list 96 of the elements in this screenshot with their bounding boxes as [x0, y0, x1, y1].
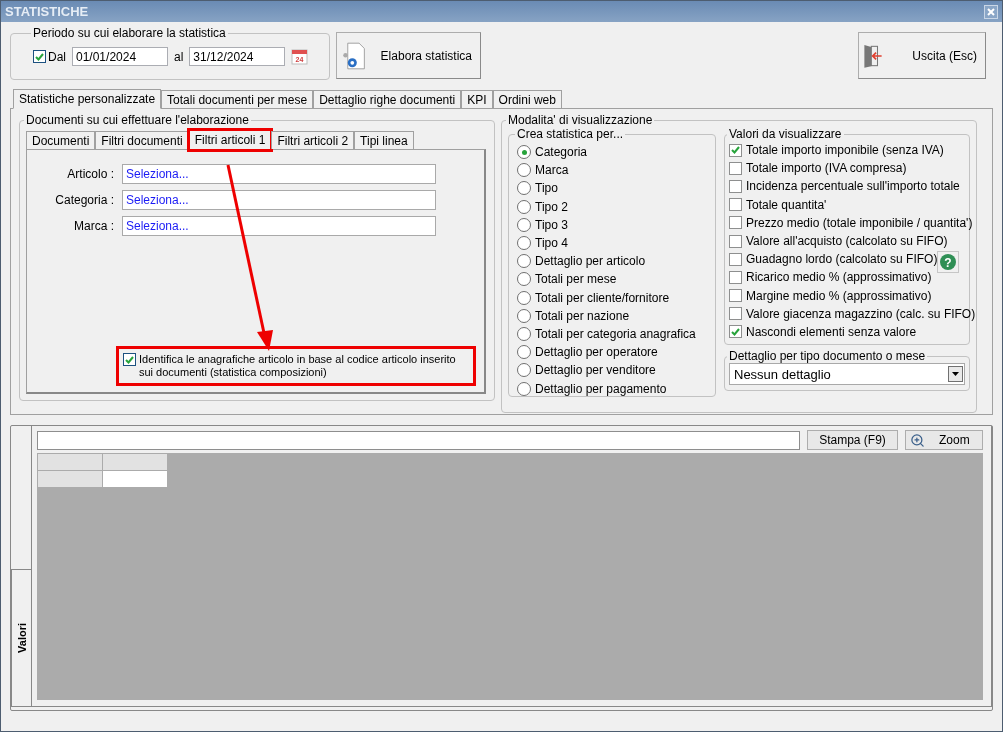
radio-button[interactable]	[517, 236, 531, 251]
radio-label: Dettaglio per operatore	[535, 345, 658, 360]
radio-label: Totali per nazione	[535, 308, 630, 323]
tab[interactable]: Totali documenti per mese	[161, 90, 314, 108]
process-button[interactable]: Elabora statistica	[336, 32, 481, 79]
tab[interactable]: Filtri documenti	[95, 131, 189, 149]
radio-button[interactable]	[517, 163, 531, 178]
picker-field[interactable]: Seleziona...	[122, 164, 436, 184]
radio-button[interactable]	[517, 381, 531, 396]
checkbox[interactable]	[729, 143, 742, 157]
radio-button[interactable]	[517, 326, 531, 341]
group-title: Crea statistica per...	[516, 128, 625, 141]
date-field[interactable]: 31/12/2024	[189, 47, 286, 66]
checkbox[interactable]	[729, 234, 742, 248]
checkbox-label: Margine medio % (approssimativo)	[746, 288, 932, 303]
side-tab[interactable]: Valori	[11, 569, 31, 707]
group-title: Valori da visualizzare	[728, 127, 843, 141]
checkbox-label: Dal	[48, 49, 66, 64]
picker-field[interactable]: Seleziona...	[122, 190, 436, 210]
checkbox[interactable]	[729, 179, 742, 193]
checkbox[interactable]	[729, 307, 742, 321]
radio-button[interactable]	[517, 272, 531, 287]
tab[interactable]: Dettaglio righe documenti	[313, 90, 462, 108]
dropdown[interactable]: Nessun dettaglio	[729, 363, 965, 385]
radio-label: Categoria	[535, 145, 588, 160]
checkbox-label: Prezzo medio (totale imponibile / quantita')	[746, 215, 973, 230]
close-button[interactable]	[984, 4, 998, 19]
checkbox[interactable]	[729, 216, 742, 230]
tab[interactable]: Filtri articoli 1	[188, 130, 272, 150]
checkbox-label: Valore all'acquisto (calcolato su FIFO)	[746, 234, 948, 249]
checkbox-label: Totale importo imponibile (senza IVA)	[746, 143, 944, 158]
tab[interactable]: Filtri articoli 2	[271, 131, 355, 149]
field-label: Articolo :	[66, 167, 114, 181]
radio-label: Totali per mese	[535, 272, 617, 287]
picker-field[interactable]: Seleziona...	[122, 216, 436, 236]
radio-label: Dettaglio per articolo	[535, 254, 646, 269]
radio-button[interactable]	[517, 217, 531, 232]
table-cell	[103, 454, 167, 470]
field-label: Categoria :	[54, 193, 114, 207]
checkbox-label: Totale quantita'	[746, 197, 827, 212]
group-title: Modalita' di visualizzazione	[507, 113, 654, 127]
radio-button[interactable]	[517, 181, 531, 196]
radio-button[interactable]	[517, 363, 531, 378]
tab[interactable]: Statistiche personalizzate	[13, 89, 162, 109]
caret-icon	[952, 372, 959, 376]
checkbox[interactable]	[729, 289, 742, 303]
checkbox[interactable]	[729, 325, 742, 339]
radio-label: Dettaglio per pagamento	[535, 381, 667, 396]
checkbox[interactable]	[729, 198, 742, 212]
radio-label: Dettaglio per venditore	[535, 363, 656, 378]
radio-button[interactable]	[517, 290, 531, 305]
radio-label: Totali per cliente/fornitore	[535, 290, 670, 305]
checkbox[interactable]	[123, 353, 136, 366]
group-title: Periodo su cui elaborare la statistica	[32, 26, 227, 40]
table-cell	[38, 471, 102, 487]
checkbox[interactable]	[729, 252, 742, 266]
checkbox-label: Guadagno lordo (calcolato su FIFO)	[746, 252, 938, 267]
window-title: STATISTICHE	[5, 4, 89, 19]
table-cell	[38, 454, 102, 470]
checkbox-label: Nascondi elementi senza valore	[746, 324, 917, 339]
radio-label: Totali per categoria anagrafica	[535, 326, 696, 341]
field-label: al	[174, 49, 184, 64]
radio-label: Tipo 3	[535, 217, 568, 232]
checkbox[interactable]	[729, 161, 742, 175]
radio-button[interactable]	[517, 199, 531, 214]
radio-button[interactable]	[517, 145, 531, 160]
field-label: Marca :	[73, 219, 114, 233]
radio-button[interactable]	[517, 254, 531, 269]
date-field[interactable]: 01/01/2024	[72, 47, 168, 66]
tab[interactable]: Tipi linea	[354, 131, 414, 149]
radio-label: Marca	[535, 163, 569, 178]
checkbox-label: Valore giacenza magazzino (calc. su FIFO)	[746, 306, 976, 321]
tab[interactable]: KPI	[461, 90, 493, 108]
tab[interactable]: Ordini web	[492, 90, 562, 108]
radio-label: Tipo 2	[535, 199, 568, 214]
radio-button[interactable]	[517, 345, 531, 360]
checkbox-label: Identifica le anagrafiche articolo in base al codice articolo inserito sui documenti (statistica composizioni)	[139, 353, 457, 379]
radio-button[interactable]	[517, 308, 531, 323]
checkbox[interactable]	[33, 50, 46, 63]
dropdown-button[interactable]	[948, 366, 963, 382]
table-cell[interactable]	[103, 471, 167, 487]
tab[interactable]: Documenti	[26, 131, 96, 149]
zoom-button[interactable]: Zoom	[905, 430, 983, 450]
checkbox-label: Ricarico medio % (approssimativo)	[746, 270, 932, 285]
zoom-in-icon	[910, 432, 925, 448]
close-icon	[987, 7, 995, 16]
text-field[interactable]	[37, 430, 800, 450]
print-button[interactable]: Stampa (F9)	[807, 430, 898, 450]
radio-label: Tipo	[535, 181, 558, 196]
radio-label: Tipo 4	[535, 236, 568, 251]
checkbox-label: Totale importo (IVA compresa)	[746, 161, 907, 176]
checkbox-label: Incidenza percentuale sull'importo totale	[746, 179, 960, 194]
checkbox[interactable]	[729, 270, 742, 284]
group-title: Documenti su cui effettuare l'elaborazione	[25, 113, 250, 127]
exit-button[interactable]: Uscita (Esc)	[858, 32, 986, 79]
group-title: Dettaglio per tipo documento o mese	[728, 349, 927, 363]
